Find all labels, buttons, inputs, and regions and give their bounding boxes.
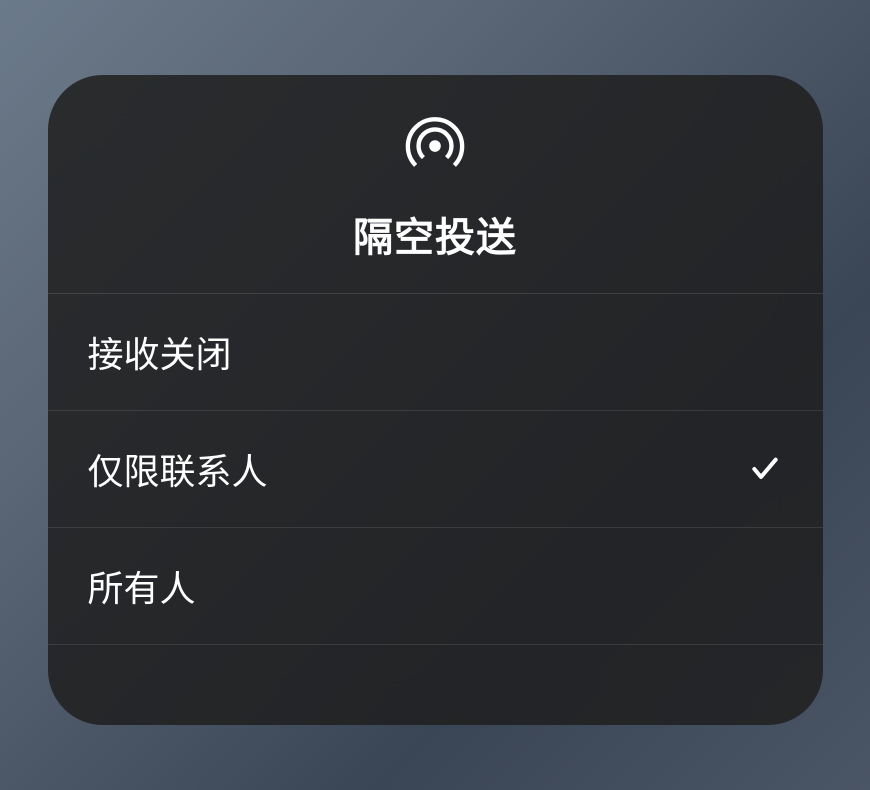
option-label: 仅限联系人 bbox=[88, 443, 268, 495]
option-everyone[interactable]: 所有人 bbox=[48, 528, 823, 645]
option-receiving-off[interactable]: 接收关闭 bbox=[48, 294, 823, 411]
option-contacts-only[interactable]: 仅限联系人 bbox=[48, 411, 823, 528]
airdrop-settings-panel: 隔空投送 接收关闭 仅限联系人 所有人 bbox=[48, 75, 823, 725]
airdrop-icon bbox=[404, 115, 466, 177]
panel-header: 隔空投送 bbox=[48, 75, 823, 294]
option-label: 所有人 bbox=[88, 560, 196, 612]
options-list: 接收关闭 仅限联系人 所有人 bbox=[48, 294, 823, 725]
option-label: 接收关闭 bbox=[88, 326, 232, 378]
checkmark-icon bbox=[747, 451, 783, 487]
panel-title: 隔空投送 bbox=[353, 205, 517, 263]
